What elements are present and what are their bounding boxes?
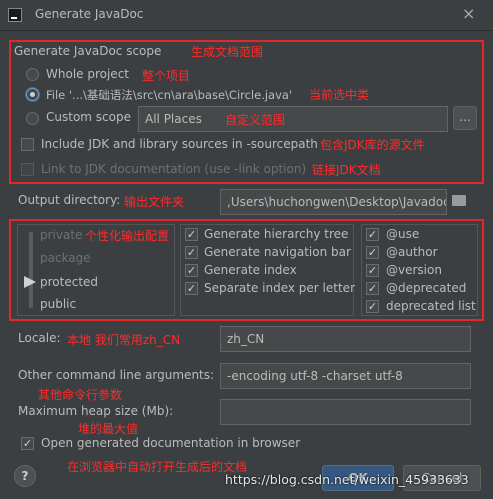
- visibility-slider-handle[interactable]: [24, 276, 36, 288]
- use-tag-label[interactable]: @use: [386, 227, 419, 241]
- file-label[interactable]: File '...\基础语法\src\cn\ara\base\Circle.ja…: [46, 87, 292, 103]
- heap-label: Maximum heap size (Mb):: [18, 404, 174, 418]
- cmdline-input[interactable]: -encoding utf-8 -charset utf-8: [220, 363, 471, 389]
- custom-scope-label[interactable]: Custom scope: [46, 110, 131, 124]
- open-browser-label[interactable]: Open generated documentation in browser: [41, 436, 300, 450]
- whole-project-note: 整个项目: [142, 69, 191, 83]
- heap-note: 堆的最大值: [78, 422, 139, 436]
- visibility-package[interactable]: package: [40, 251, 91, 265]
- deprecated-tag-label[interactable]: @deprecated: [386, 281, 466, 295]
- help-icon[interactable]: ?: [14, 465, 36, 487]
- link-jdk-checkbox[interactable]: [21, 163, 34, 176]
- custom-scope-note: 自定义范围: [225, 113, 286, 127]
- visibility-public[interactable]: public: [40, 297, 76, 311]
- locale-note: 本地 我们常用zh_CN: [67, 333, 181, 347]
- link-jdk-label[interactable]: Link to JDK documentation (use -link opt…: [41, 162, 306, 176]
- close-icon[interactable]: ×: [462, 4, 475, 23]
- separate-index-checkbox[interactable]: ✓: [185, 282, 198, 295]
- file-note: 当前选中类: [309, 88, 370, 102]
- deprecated-list-label[interactable]: deprecated list: [386, 299, 476, 313]
- separate-index-label[interactable]: Separate index per letter: [204, 281, 355, 295]
- output-directory-note: 输出文件夹: [124, 195, 185, 209]
- generate-index-checkbox[interactable]: ✓: [185, 264, 198, 277]
- deprecated-tag-checkbox[interactable]: ✓: [366, 282, 379, 295]
- navigation-bar-label[interactable]: Generate navigation bar: [204, 245, 351, 259]
- version-tag-label[interactable]: @version: [386, 263, 442, 277]
- watermark: https://blog.csdn.net/weixin_45933633: [225, 472, 469, 487]
- visibility-protected[interactable]: protected: [40, 275, 98, 289]
- open-browser-checkbox[interactable]: ✓: [21, 437, 34, 450]
- folder-icon[interactable]: [452, 195, 466, 206]
- open-browser-note: 在浏览器中自动打开生成后的文档: [67, 460, 248, 474]
- navigation-bar-checkbox[interactable]: ✓: [185, 246, 198, 259]
- scope-heading-note: 生成文档范围: [191, 45, 264, 59]
- locale-label: Locale:: [18, 331, 61, 345]
- custom-scope-radio[interactable]: [26, 112, 39, 125]
- version-tag-checkbox[interactable]: ✓: [366, 264, 379, 277]
- visibility-note: 个性化输出配置: [85, 229, 170, 243]
- include-jdk-checkbox[interactable]: [21, 138, 34, 151]
- output-directory-label: Output directory:: [18, 193, 121, 207]
- hierarchy-tree-checkbox[interactable]: ✓: [185, 228, 198, 241]
- include-jdk-note: 包含JDK库的源文件: [320, 138, 425, 152]
- window-title: Generate JavaDoc: [35, 7, 144, 21]
- use-tag-checkbox[interactable]: ✓: [366, 228, 379, 241]
- visibility-private[interactable]: private: [40, 228, 82, 242]
- visibility-slider-track: [29, 232, 33, 308]
- hierarchy-tree-label[interactable]: Generate hierarchy tree: [204, 227, 348, 241]
- deprecated-list-checkbox[interactable]: ✓: [366, 300, 379, 313]
- output-directory-input[interactable]: ,Users\huchongwen\Desktop\Javadoc: [220, 189, 447, 215]
- author-tag-checkbox[interactable]: ✓: [366, 246, 379, 259]
- cmdline-label: Other command line arguments:: [18, 368, 215, 382]
- include-jdk-label[interactable]: Include JDK and library sources in -sour…: [41, 137, 318, 151]
- whole-project-label[interactable]: Whole project: [46, 67, 129, 81]
- scope-heading: Generate JavaDoc scope: [14, 44, 162, 58]
- scope-browse-button[interactable]: ...: [453, 106, 477, 130]
- file-radio[interactable]: [26, 88, 39, 101]
- custom-scope-select[interactable]: All Places: [138, 106, 448, 132]
- generate-index-label[interactable]: Generate index: [204, 263, 297, 277]
- cmdline-note: 其他命令行参数: [38, 388, 123, 402]
- locale-input[interactable]: zh_CN: [220, 326, 471, 352]
- whole-project-radio[interactable]: [26, 68, 39, 81]
- author-tag-label[interactable]: @author: [386, 245, 438, 259]
- heap-input[interactable]: [220, 399, 471, 425]
- link-jdk-note: 链接JDK文档: [312, 163, 381, 177]
- app-icon: [8, 8, 22, 22]
